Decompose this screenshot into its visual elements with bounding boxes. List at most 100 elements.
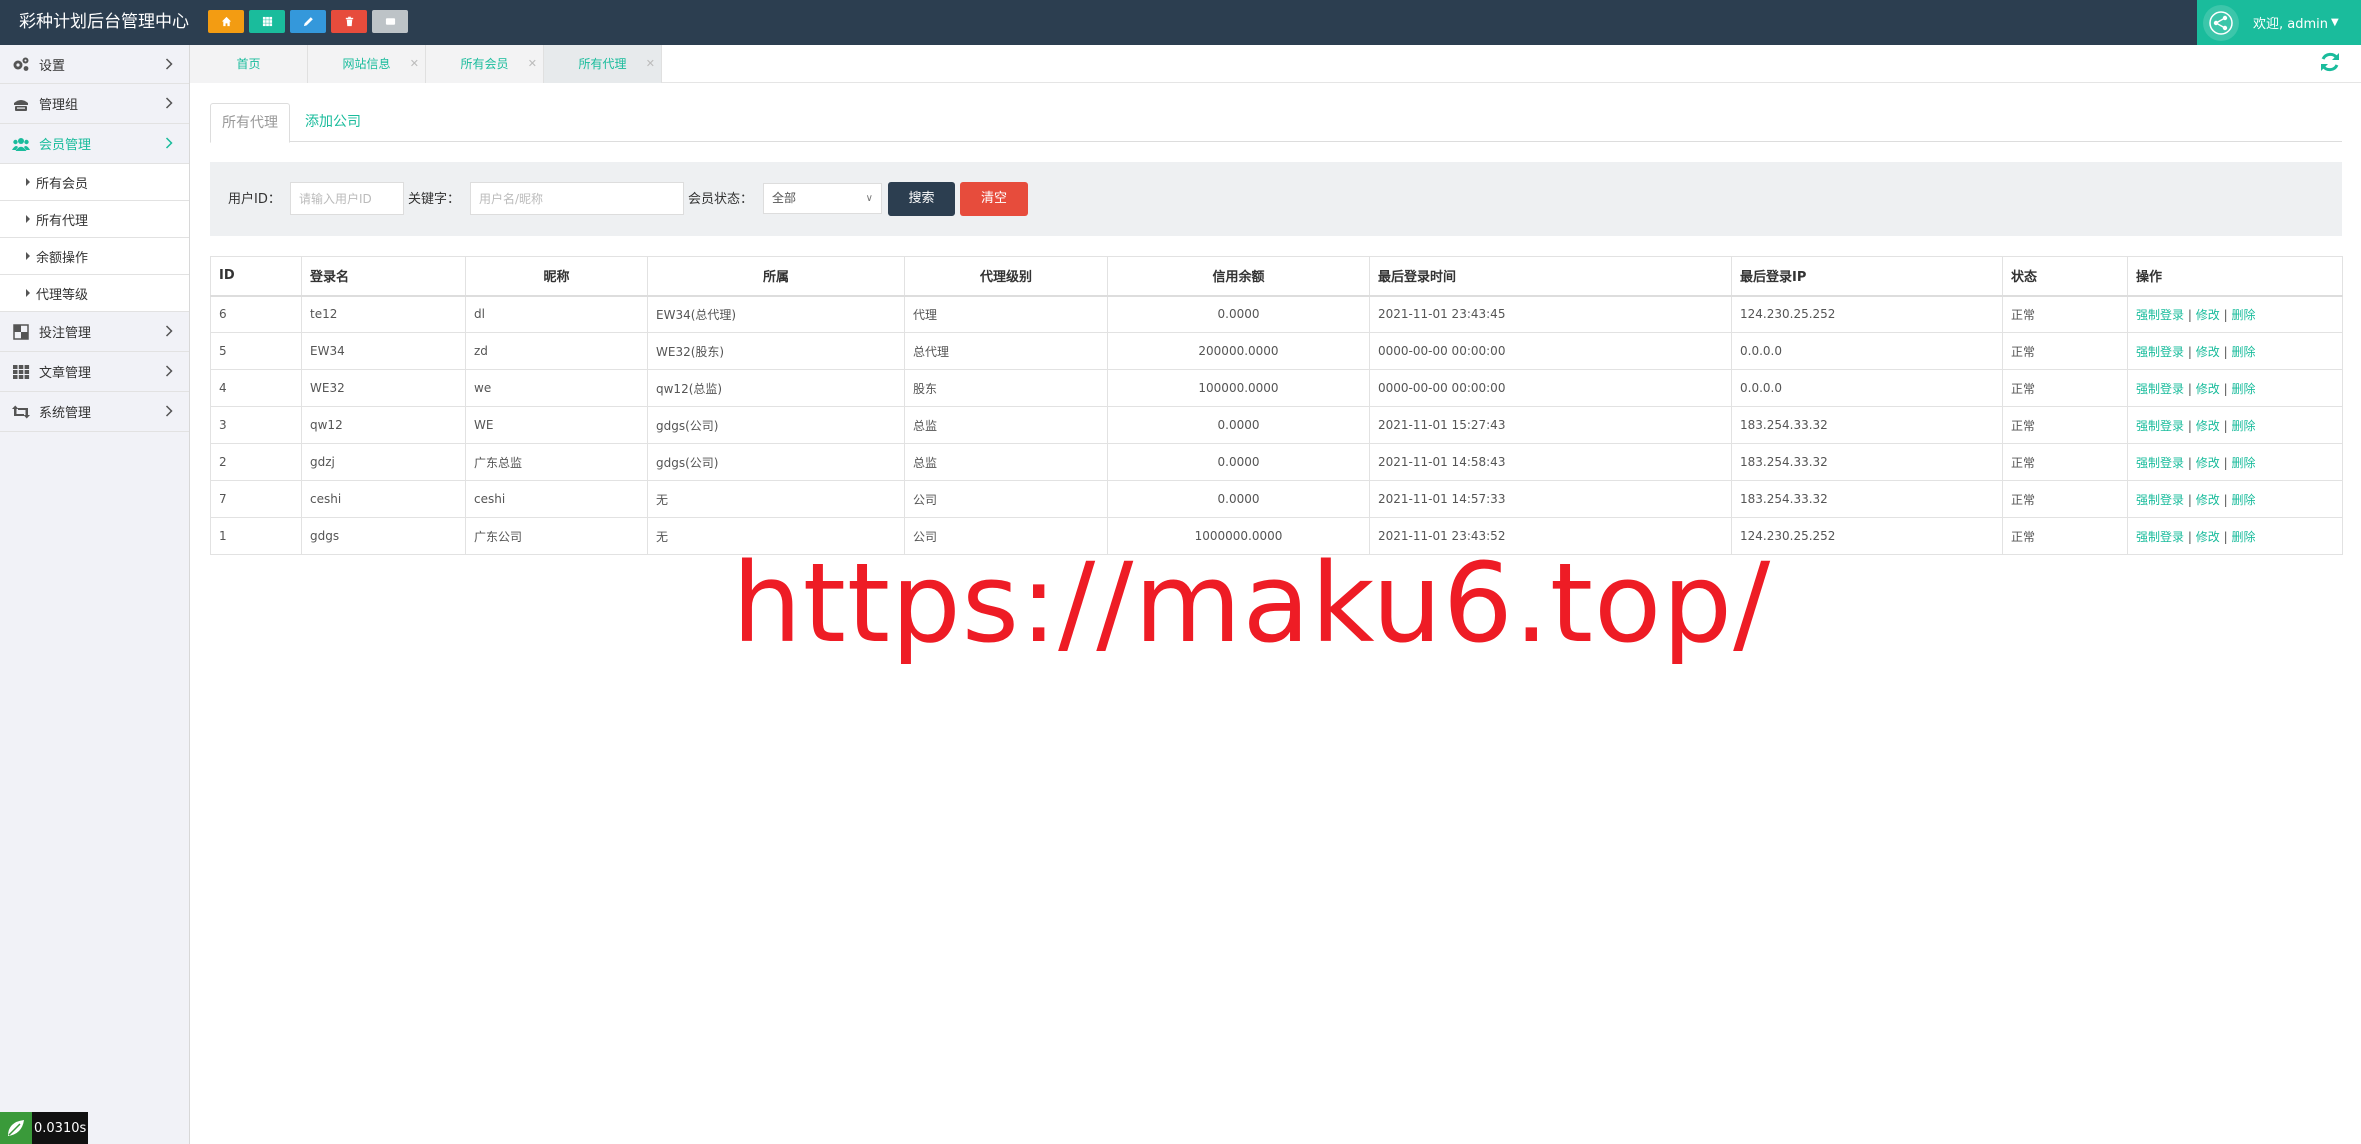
action-separator: | bbox=[2223, 344, 2228, 359]
sidebar-item-betting-management[interactable]: 投注管理 bbox=[0, 312, 189, 352]
edit-link[interactable]: 修改 bbox=[2196, 308, 2220, 322]
sidebar-subitem-balance[interactable]: 余额操作 bbox=[0, 238, 189, 275]
cell-actions: 强制登录 | 修改 | 删除 bbox=[2127, 332, 2343, 370]
sidebar-item-member-management[interactable]: 会员管理 bbox=[0, 124, 189, 164]
grid-icon bbox=[262, 16, 272, 27]
close-icon[interactable]: ✕ bbox=[646, 45, 655, 83]
sidebar-item-label: 文章管理 bbox=[39, 366, 92, 381]
column-header: 所属 bbox=[647, 256, 905, 297]
tab-label: 网站信息 bbox=[342, 57, 391, 71]
grid-button[interactable] bbox=[249, 10, 285, 33]
checkerboard-icon bbox=[13, 323, 29, 340]
tab-label: 添加公司 bbox=[305, 114, 361, 130]
cell-id: 4 bbox=[210, 369, 302, 407]
keyword-input[interactable] bbox=[470, 182, 684, 215]
edit-link[interactable]: 修改 bbox=[2196, 493, 2220, 507]
cell-parent: 无 bbox=[647, 480, 905, 518]
edit-link[interactable]: 修改 bbox=[2196, 382, 2220, 396]
member-status-select[interactable]: 全部 ∨ bbox=[763, 183, 882, 214]
cell-level: 公司 bbox=[904, 480, 1108, 518]
force-login-link[interactable]: 强制登录 bbox=[2136, 456, 2184, 470]
users-icon bbox=[12, 137, 30, 151]
table-row: 3 qw12 WE gdgs(公司) 总监 0.0000 2021-11-01 15:27:… bbox=[210, 406, 2343, 444]
tab-all-agents-content[interactable]: 所有代理 bbox=[210, 103, 290, 143]
sidebar-item-admin-group[interactable]: 管理组 bbox=[0, 84, 189, 124]
chevron-down-icon: ∨ bbox=[865, 193, 873, 204]
search-button[interactable]: 搜索 bbox=[888, 182, 955, 216]
cell-level: 总监 bbox=[904, 406, 1108, 444]
tab-all-members[interactable]: 所有会员 ✕ bbox=[426, 45, 544, 83]
edit-link[interactable]: 修改 bbox=[2196, 530, 2220, 544]
close-icon[interactable]: ✕ bbox=[410, 45, 419, 83]
admin-group-icon bbox=[14, 99, 28, 111]
cell-nick: dl bbox=[465, 295, 648, 333]
force-login-link[interactable]: 强制登录 bbox=[2136, 345, 2184, 359]
close-icon[interactable]: ✕ bbox=[528, 45, 537, 83]
clear-button[interactable]: 清空 bbox=[960, 182, 1028, 216]
tab-site-info[interactable]: 网站信息 ✕ bbox=[308, 45, 426, 83]
delete-button[interactable] bbox=[331, 10, 367, 33]
tab-add-company[interactable]: 添加公司 bbox=[294, 103, 372, 143]
sidebar-subitem-label: 所有代理 bbox=[36, 213, 89, 229]
cell-login: gdzj bbox=[301, 443, 466, 481]
table-row: 6 te12 dl EW34(总代理) 代理 0.0000 2021-11-01 23:43… bbox=[210, 295, 2343, 333]
cell-last-time: 2021-11-01 15:27:43 bbox=[1369, 406, 1732, 444]
tab-label: 所有会员 bbox=[460, 57, 509, 71]
chevron-right-icon bbox=[165, 97, 173, 109]
caret-right-icon bbox=[26, 215, 30, 223]
grid-icon bbox=[13, 364, 30, 379]
cell-last-time: 2021-11-01 23:43:45 bbox=[1369, 295, 1732, 333]
action-separator: | bbox=[2187, 492, 2192, 507]
chevron-right-icon bbox=[165, 365, 173, 377]
refresh-icon[interactable] bbox=[2318, 50, 2342, 74]
tab-home[interactable]: 首页 bbox=[190, 45, 308, 83]
user-id-label: 用户ID： bbox=[228, 192, 281, 207]
delete-link[interactable]: 删除 bbox=[2231, 530, 2255, 544]
delete-link[interactable]: 删除 bbox=[2231, 382, 2255, 396]
cell-status: 正常 bbox=[2002, 369, 2128, 407]
edit-button[interactable] bbox=[290, 10, 326, 33]
delete-link[interactable]: 删除 bbox=[2231, 308, 2255, 322]
cell-nick: 广东总监 bbox=[465, 443, 648, 481]
tab-all-agents[interactable]: 所有代理 ✕ bbox=[544, 45, 662, 83]
cell-last-ip: 0.0.0.0 bbox=[1731, 332, 2003, 370]
action-separator: | bbox=[2187, 381, 2192, 396]
home-button[interactable] bbox=[208, 10, 244, 33]
delete-link[interactable]: 删除 bbox=[2231, 493, 2255, 507]
sidebar-subitem-all-agents[interactable]: 所有代理 bbox=[0, 201, 189, 238]
sidebar-item-system-management[interactable]: 系统管理 bbox=[0, 392, 189, 432]
sidebar-subitem-label: 所有会员 bbox=[36, 176, 89, 192]
cell-level: 总代理 bbox=[904, 332, 1108, 370]
force-login-link[interactable]: 强制登录 bbox=[2136, 530, 2184, 544]
edit-link[interactable]: 修改 bbox=[2196, 345, 2220, 359]
force-login-link[interactable]: 强制登录 bbox=[2136, 308, 2184, 322]
column-header: 代理级别 bbox=[904, 256, 1108, 297]
delete-link[interactable]: 删除 bbox=[2231, 456, 2255, 470]
sidebar-subitem-all-members[interactable]: 所有会员 bbox=[0, 164, 189, 201]
search-bar: 用户ID： 关键字： 会员状态： 全部 ∨ 搜索 清空 bbox=[210, 162, 2342, 236]
delete-link[interactable]: 删除 bbox=[2231, 419, 2255, 433]
cell-parent: EW34(总代理) bbox=[647, 295, 905, 333]
cell-actions: 强制登录 | 修改 | 删除 bbox=[2127, 443, 2343, 481]
cell-actions: 强制登录 | 修改 | 删除 bbox=[2127, 517, 2343, 555]
force-login-link[interactable]: 强制登录 bbox=[2136, 382, 2184, 396]
edit-link[interactable]: 修改 bbox=[2196, 456, 2220, 470]
sidebar-subitem-label: 代理等级 bbox=[36, 287, 89, 303]
caret-down-icon: ▼ bbox=[2331, 17, 2339, 28]
cell-credit: 0.0000 bbox=[1107, 480, 1370, 518]
pencil-icon bbox=[303, 17, 313, 27]
sidebar-subitem-agent-levels[interactable]: 代理等级 bbox=[0, 275, 189, 312]
delete-link[interactable]: 删除 bbox=[2231, 345, 2255, 359]
force-login-link[interactable]: 强制登录 bbox=[2136, 493, 2184, 507]
edit-link[interactable]: 修改 bbox=[2196, 419, 2220, 433]
user-menu[interactable]: 欢迎, admin ▼ bbox=[2197, 0, 2361, 45]
user-id-input[interactable] bbox=[290, 182, 404, 215]
top-bar: 彩种计划后台管理中心 欢迎, admin ▼ bbox=[0, 0, 2361, 45]
tab-label: 所有代理 bbox=[578, 57, 627, 71]
trash-icon bbox=[345, 16, 353, 27]
card-button[interactable] bbox=[372, 10, 408, 33]
force-login-link[interactable]: 强制登录 bbox=[2136, 419, 2184, 433]
timer-value: 0.0310s bbox=[34, 1120, 87, 1136]
sidebar-item-article-management[interactable]: 文章管理 bbox=[0, 352, 189, 392]
sidebar-item-settings[interactable]: 设置 bbox=[0, 45, 189, 84]
